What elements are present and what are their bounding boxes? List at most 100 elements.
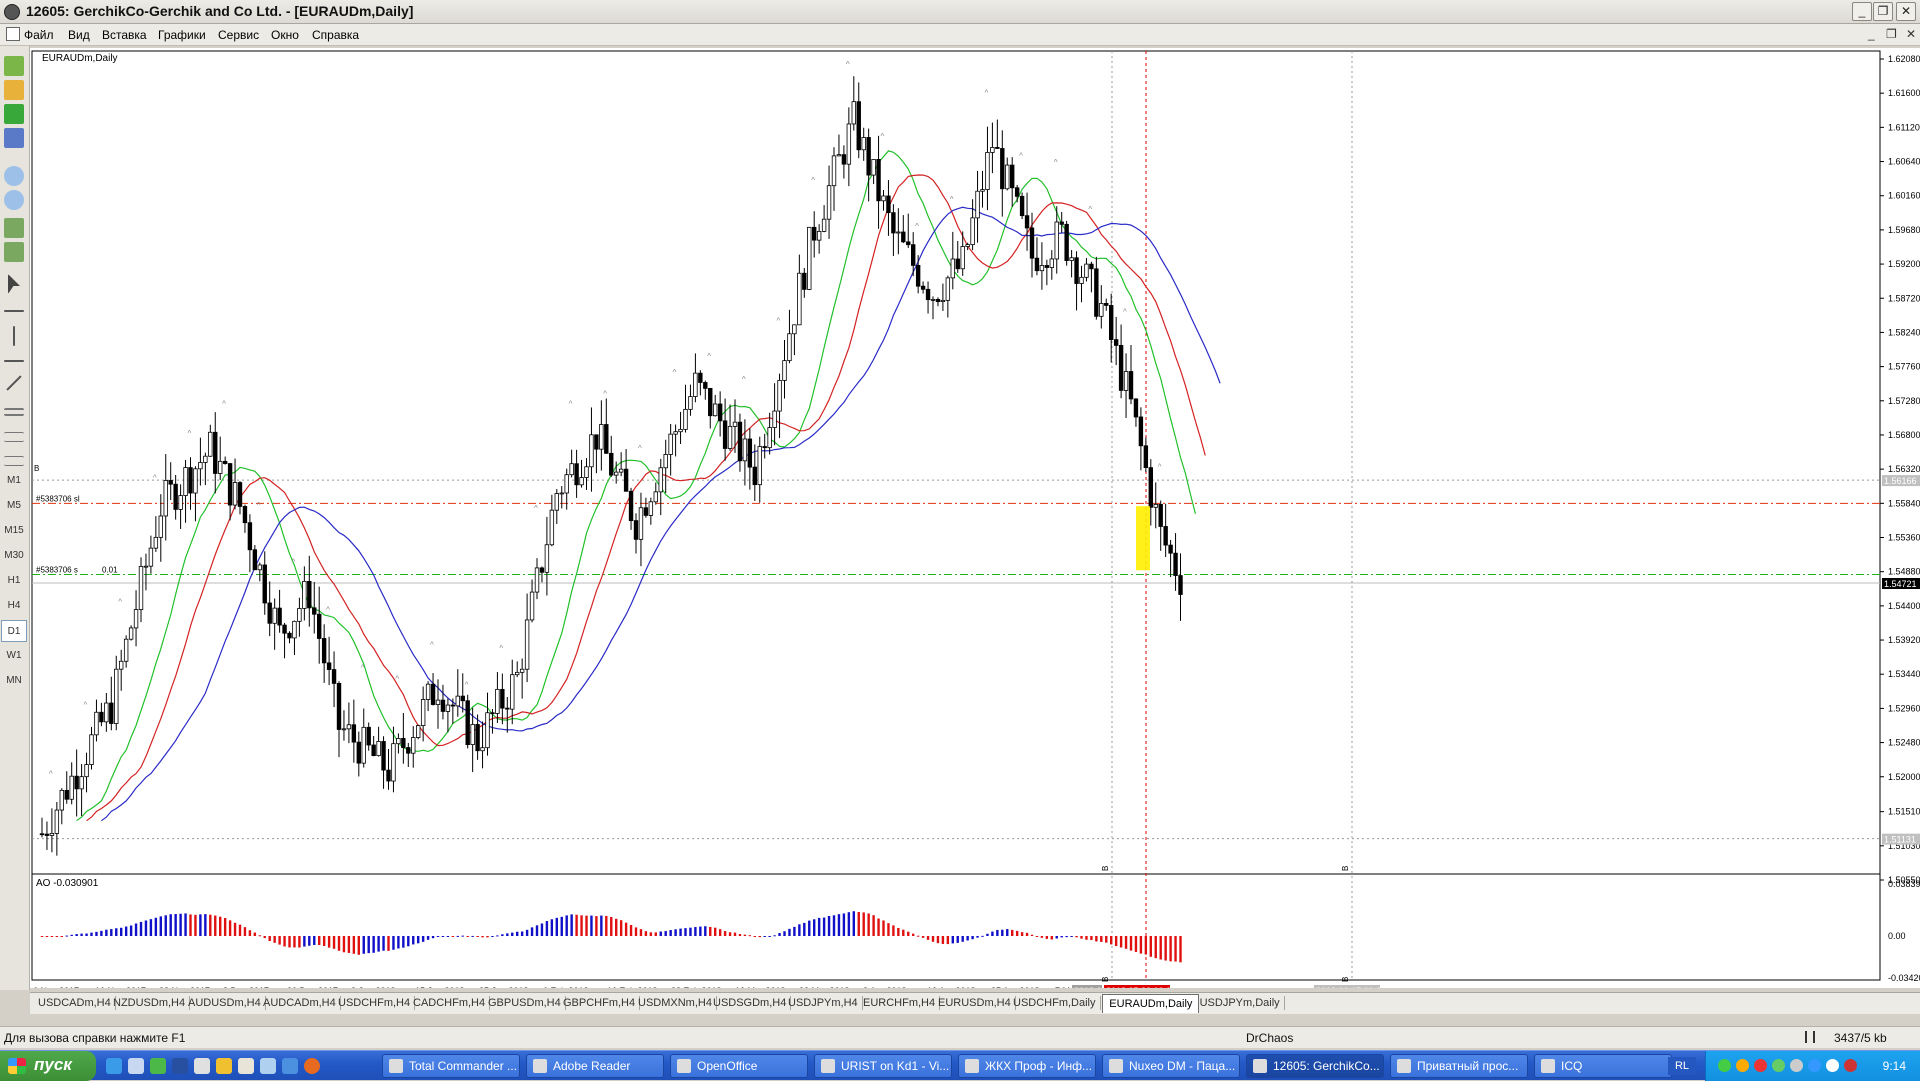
mail-icon[interactable]	[282, 1058, 298, 1074]
menu-view[interactable]: Вид	[68, 28, 90, 42]
save-icon[interactable]	[172, 1058, 188, 1074]
start-button[interactable]: пуск	[0, 1051, 96, 1081]
timeframe-mn[interactable]: MN	[1, 670, 27, 692]
antivirus-icon[interactable]	[1754, 1059, 1767, 1072]
taskbar-button[interactable]: Nuxeo DM - Паца...	[1102, 1054, 1240, 1078]
maximize-button[interactable]: ❐	[1873, 2, 1893, 21]
chart-tab[interactable]: USDCHFm,Daily	[1009, 996, 1101, 1010]
folder-icon[interactable]	[216, 1058, 232, 1074]
vertical-line-icon[interactable]	[13, 326, 15, 346]
autoscroll-icon[interactable]	[4, 218, 24, 238]
chart-icon[interactable]	[194, 1058, 210, 1074]
taskbar-button[interactable]: 12605: GerchikCo...	[1246, 1054, 1384, 1078]
candle-body	[114, 668, 119, 724]
close-button[interactable]: ✕	[1896, 2, 1916, 21]
profiles-icon[interactable]	[4, 80, 24, 100]
chart-tab[interactable]: USDSGDm,H4	[709, 996, 792, 1010]
candle-body	[455, 695, 460, 707]
navigator-icon[interactable]	[4, 128, 24, 148]
taskbar-button[interactable]: Total Commander ...	[382, 1054, 520, 1078]
chart-tab[interactable]: GBPUSDm,H4	[484, 996, 566, 1010]
screen-icon[interactable]	[260, 1058, 276, 1074]
timeframe-m5[interactable]: M5	[1, 495, 27, 517]
zoom-out-icon[interactable]	[4, 190, 24, 210]
candle-body	[876, 159, 881, 202]
chart-tab[interactable]: EURAUDm,Daily	[1102, 994, 1200, 1013]
candle-body	[326, 662, 332, 670]
firefox-icon[interactable]	[304, 1058, 320, 1074]
new-chart-icon[interactable]	[4, 56, 24, 76]
price-tick-label: 1.59680	[1888, 225, 1920, 235]
chart-tab[interactable]: NZDUSDm,H4	[109, 996, 191, 1010]
trendline-icon[interactable]	[6, 375, 22, 391]
minimize-button[interactable]: _	[1852, 2, 1872, 21]
icq-tray-icon[interactable]	[1772, 1059, 1785, 1072]
fibo-icon[interactable]	[4, 432, 24, 442]
taskbar-button[interactable]: OpenOffice	[670, 1054, 808, 1078]
calc-icon[interactable]	[238, 1058, 254, 1074]
network-icon[interactable]	[1718, 1059, 1731, 1072]
timeframe-h4[interactable]: H4	[1, 595, 27, 617]
chart-tab[interactable]: CADCHFm,H4	[409, 996, 491, 1010]
taskbar-button[interactable]: URIST on Kd1 - Vi...	[814, 1054, 952, 1078]
candle-body	[94, 711, 99, 736]
taskbar-button[interactable]: ЖКХ Проф - Инф...	[958, 1054, 1096, 1078]
chart-tab[interactable]: USDJPYm,Daily	[1196, 996, 1285, 1010]
chart-shift-icon[interactable]	[4, 242, 24, 262]
quicklaunch-icon[interactable]	[128, 1058, 144, 1074]
candle-body	[445, 704, 451, 712]
volume-icon[interactable]	[1790, 1059, 1803, 1072]
mdi-restore-button[interactable]: ❐	[1886, 27, 1897, 41]
menu-charts[interactable]: Графики	[158, 28, 206, 42]
chart-tab[interactable]: USDCHFm,H4	[334, 996, 416, 1010]
chart-tab[interactable]: USDJPYm,H4	[784, 996, 863, 1010]
timeframe-d1[interactable]: D1	[1, 620, 27, 642]
tray-misc2-icon[interactable]	[1844, 1059, 1857, 1072]
chart-tab[interactable]: USDMXNm,H4	[634, 996, 717, 1010]
timeframe-h1[interactable]: H1	[1, 570, 27, 592]
ao-bar	[421, 936, 425, 942]
chart-tab[interactable]: EURCHFm,H4	[859, 996, 941, 1010]
taskbar-button[interactable]: ICQ	[1534, 1054, 1672, 1078]
chart-tab[interactable]: AUDUSDm,H4	[184, 996, 266, 1010]
channel-icon[interactable]	[4, 408, 24, 416]
chart-tab[interactable]: USDCADm,H4	[34, 996, 116, 1010]
chart-tab[interactable]: EURUSDm,H4	[934, 996, 1016, 1010]
icq-icon[interactable]	[150, 1058, 166, 1074]
cursor-icon[interactable]	[8, 274, 20, 294]
ao-bar	[268, 936, 271, 942]
menu-window[interactable]: Окно	[271, 28, 299, 42]
menu-file[interactable]: Файл	[24, 28, 54, 42]
menu-insert[interactable]: Вставка	[102, 28, 147, 42]
ie-icon[interactable]	[106, 1058, 122, 1074]
add-icon[interactable]	[4, 104, 24, 124]
ao-bar	[115, 928, 118, 936]
ao-bar	[996, 929, 999, 936]
horizontal-line-icon[interactable]	[4, 360, 24, 362]
menu-tools[interactable]: Сервис	[218, 28, 259, 42]
mdi-close-button[interactable]: ✕	[1906, 27, 1916, 41]
timeframe-m30[interactable]: M30	[1, 545, 27, 567]
timeframe-m15[interactable]: M15	[1, 520, 27, 542]
menu-help[interactable]: Справка	[312, 28, 359, 42]
update-icon[interactable]	[1808, 1059, 1821, 1072]
chart-tab[interactable]: GBPCHFm,H4	[559, 996, 641, 1010]
tray-app-icon[interactable]	[1736, 1059, 1749, 1072]
timeframe-m1[interactable]: M1	[1, 470, 27, 492]
candle-body	[861, 137, 866, 151]
language-indicator[interactable]: RL	[1668, 1057, 1696, 1075]
timeframe-w1[interactable]: W1	[1, 645, 27, 667]
crosshair-icon[interactable]	[4, 310, 24, 312]
tray-misc-icon[interactable]	[1826, 1059, 1839, 1072]
ao-bar	[446, 936, 450, 937]
chart-window[interactable]: #5383706 sl #5383706 s 0.01 B B B B B ^ ^ ^ ^ ^ ^ ^ ^ ^…	[30, 48, 1920, 988]
taskbar-button[interactable]: Приватный прос...	[1390, 1054, 1528, 1078]
taskbar-button[interactable]: Adobe Reader	[526, 1054, 664, 1078]
chart-tab[interactable]: AUDCADm,H4	[259, 996, 341, 1010]
mdi-minimize-button[interactable]: _	[1868, 27, 1875, 41]
fibo-fan-icon[interactable]	[4, 456, 24, 466]
zoom-in-icon[interactable]	[4, 166, 24, 186]
document-icon[interactable]	[6, 27, 20, 41]
candle-body	[173, 483, 178, 510]
price-chart[interactable]: #5383706 sl #5383706 s 0.01 B B B B B ^ ^ ^ ^ ^ ^ ^ ^ ^…	[30, 48, 1920, 988]
